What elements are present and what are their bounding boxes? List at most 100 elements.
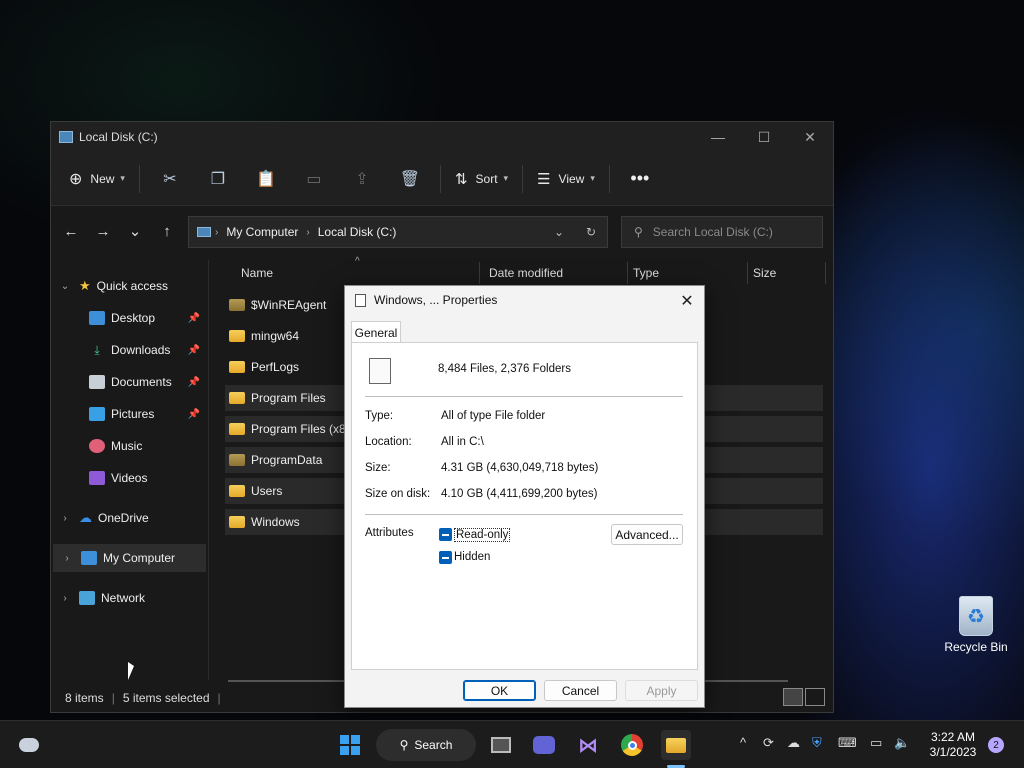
hidden-label[interactable]: Hidden bbox=[454, 551, 490, 563]
nav-label: Quick access bbox=[96, 279, 169, 293]
read-only-checkbox[interactable] bbox=[439, 528, 452, 541]
task-view-icon[interactable] bbox=[486, 730, 516, 760]
dialog-title: Windows, ... Properties bbox=[374, 293, 498, 307]
expand-chevron-icon[interactable]: › bbox=[51, 513, 79, 524]
nav-pictures[interactable]: Pictures 📌 bbox=[51, 400, 206, 428]
chevron-right-icon: › bbox=[306, 226, 310, 238]
notification-badge[interactable]: 2 bbox=[988, 737, 1004, 753]
nav-documents[interactable]: Documents 📌 bbox=[51, 368, 206, 396]
view-button[interactable]: ☰ View ▾ bbox=[529, 163, 603, 195]
address-history-chevron-icon[interactable]: ⌄ bbox=[543, 225, 575, 239]
pin-icon[interactable]: 📌 bbox=[188, 377, 200, 388]
explorer-titlebar[interactable]: Local Disk (C:) — ☐ ✕ bbox=[51, 122, 833, 152]
column-type[interactable]: Type bbox=[633, 260, 659, 286]
new-label: New bbox=[90, 171, 115, 186]
cancel-button[interactable]: Cancel bbox=[544, 680, 617, 701]
chevron-up-icon[interactable]: ^ bbox=[740, 735, 746, 750]
column-divider[interactable] bbox=[747, 262, 748, 284]
address-bar[interactable]: › My Computer › Local Disk (C:) ⌄ ↻ bbox=[188, 216, 608, 248]
maximize-button[interactable]: ☐ bbox=[741, 122, 787, 152]
column-divider[interactable] bbox=[627, 262, 628, 284]
plus-circle-icon: ⊕ bbox=[69, 170, 83, 188]
tiles-view-icon[interactable] bbox=[805, 688, 825, 706]
pin-icon[interactable]: 📌 bbox=[188, 409, 200, 420]
cut-icon[interactable]: ✂ bbox=[146, 163, 194, 195]
close-button[interactable]: ✕ bbox=[787, 122, 833, 152]
breadcrumb-local-disk[interactable]: Local Disk (C:) bbox=[318, 225, 397, 239]
chrome-icon[interactable] bbox=[617, 730, 647, 760]
expand-chevron-icon[interactable]: › bbox=[53, 553, 81, 564]
paste-icon[interactable]: 📋 bbox=[242, 163, 290, 195]
keyboard-icon[interactable]: ⌨ bbox=[838, 735, 857, 751]
nav-label: Downloads bbox=[111, 343, 171, 357]
weather-icon[interactable] bbox=[14, 730, 44, 760]
new-button[interactable]: ⊕ New ▾ bbox=[61, 163, 133, 195]
breadcrumb-my-computer[interactable]: My Computer bbox=[226, 225, 298, 239]
close-icon[interactable]: ✕ bbox=[678, 291, 696, 311]
ok-button[interactable]: OK bbox=[463, 680, 536, 701]
pictures-icon bbox=[89, 407, 105, 421]
file-name: Program Files bbox=[251, 391, 326, 405]
read-only-label[interactable]: Read-only bbox=[454, 528, 511, 542]
attributes-label: Attributes bbox=[365, 527, 414, 539]
navigation-pane: ⌄ ★ Quick access Desktop 📌 ⤓ Downloads 📌… bbox=[51, 260, 209, 680]
rename-icon[interactable]: ▭ bbox=[290, 163, 338, 195]
nav-label: OneDrive bbox=[98, 511, 149, 525]
search-placeholder: Search Local Disk (C:) bbox=[652, 225, 773, 239]
refresh-icon[interactable]: ↻ bbox=[575, 225, 607, 239]
nav-network[interactable]: › Network bbox=[51, 584, 206, 612]
hidden-checkbox[interactable] bbox=[439, 551, 452, 564]
forward-arrow-icon[interactable]: → bbox=[87, 216, 119, 246]
tab-general[interactable]: General bbox=[351, 321, 401, 343]
nav-music[interactable]: Music bbox=[51, 432, 206, 460]
type-label: Type: bbox=[365, 410, 394, 422]
up-arrow-icon[interactable]: ↑ bbox=[151, 216, 183, 246]
nav-quick-access[interactable]: ⌄ ★ Quick access bbox=[51, 272, 206, 300]
network-status-icon[interactable]: ▭ bbox=[870, 735, 882, 751]
security-shield-icon[interactable]: ⛨ bbox=[812, 735, 822, 751]
advanced-button[interactable]: Advanced... bbox=[611, 524, 683, 545]
visual-studio-icon[interactable]: ⋈ bbox=[573, 730, 603, 760]
expand-chevron-icon[interactable]: ⌄ bbox=[51, 281, 79, 292]
search-label: Search bbox=[414, 738, 453, 752]
minimize-button[interactable]: — bbox=[695, 122, 741, 152]
details-view-icon[interactable] bbox=[783, 688, 803, 706]
nav-onedrive[interactable]: › ☁ OneDrive bbox=[51, 504, 206, 532]
file-explorer-icon[interactable] bbox=[661, 730, 691, 760]
nav-downloads[interactable]: ⤓ Downloads 📌 bbox=[51, 336, 206, 364]
pin-icon[interactable]: 📌 bbox=[188, 313, 200, 324]
recent-locations-chevron-icon[interactable]: ⌄ bbox=[119, 216, 151, 246]
clock[interactable]: 3:22 AM 3/1/2023 bbox=[926, 730, 980, 760]
sync-icon[interactable]: ⟳ bbox=[763, 735, 774, 751]
column-divider[interactable] bbox=[825, 262, 826, 284]
pin-icon[interactable]: 📌 bbox=[188, 345, 200, 356]
selected-count: 5 items selected bbox=[122, 691, 210, 705]
nav-my-computer[interactable]: › My Computer bbox=[53, 544, 206, 572]
teams-chat-icon[interactable] bbox=[529, 730, 559, 760]
dialog-titlebar[interactable]: Windows, ... Properties bbox=[345, 286, 704, 314]
start-button[interactable] bbox=[335, 730, 365, 760]
sort-button[interactable]: ⇅ Sort ▾ bbox=[447, 163, 516, 195]
recycle-bin[interactable]: ♻ Recycle Bin bbox=[940, 596, 1012, 654]
nav-desktop[interactable]: Desktop 📌 bbox=[51, 304, 206, 332]
onedrive-offline-icon[interactable]: ☁ bbox=[787, 735, 800, 751]
volume-icon[interactable]: 🔈 bbox=[894, 735, 910, 751]
column-name[interactable]: Name bbox=[241, 260, 273, 286]
column-date-modified[interactable]: Date modified bbox=[489, 260, 563, 286]
divider bbox=[365, 396, 683, 397]
delete-icon[interactable]: 🗑 bbox=[386, 163, 434, 195]
nav-label: Network bbox=[101, 591, 146, 605]
clock-date: 3/1/2023 bbox=[929, 745, 977, 759]
expand-chevron-icon[interactable]: › bbox=[51, 593, 79, 604]
apply-button[interactable]: Apply bbox=[625, 680, 698, 701]
sort-label: Sort bbox=[475, 171, 498, 186]
more-options-icon[interactable]: ••• bbox=[616, 163, 664, 195]
nav-videos[interactable]: Videos bbox=[51, 464, 206, 492]
taskbar-search-button[interactable]: ⚲ Search bbox=[376, 729, 476, 761]
copy-icon[interactable]: ❐ bbox=[194, 163, 242, 195]
share-icon[interactable]: ⇪ bbox=[338, 163, 386, 195]
column-size[interactable]: Size bbox=[753, 260, 776, 286]
search-input[interactable]: ⚲ Search Local Disk (C:) bbox=[621, 216, 823, 248]
back-arrow-icon[interactable]: ← bbox=[55, 216, 87, 246]
column-divider[interactable] bbox=[479, 262, 480, 284]
